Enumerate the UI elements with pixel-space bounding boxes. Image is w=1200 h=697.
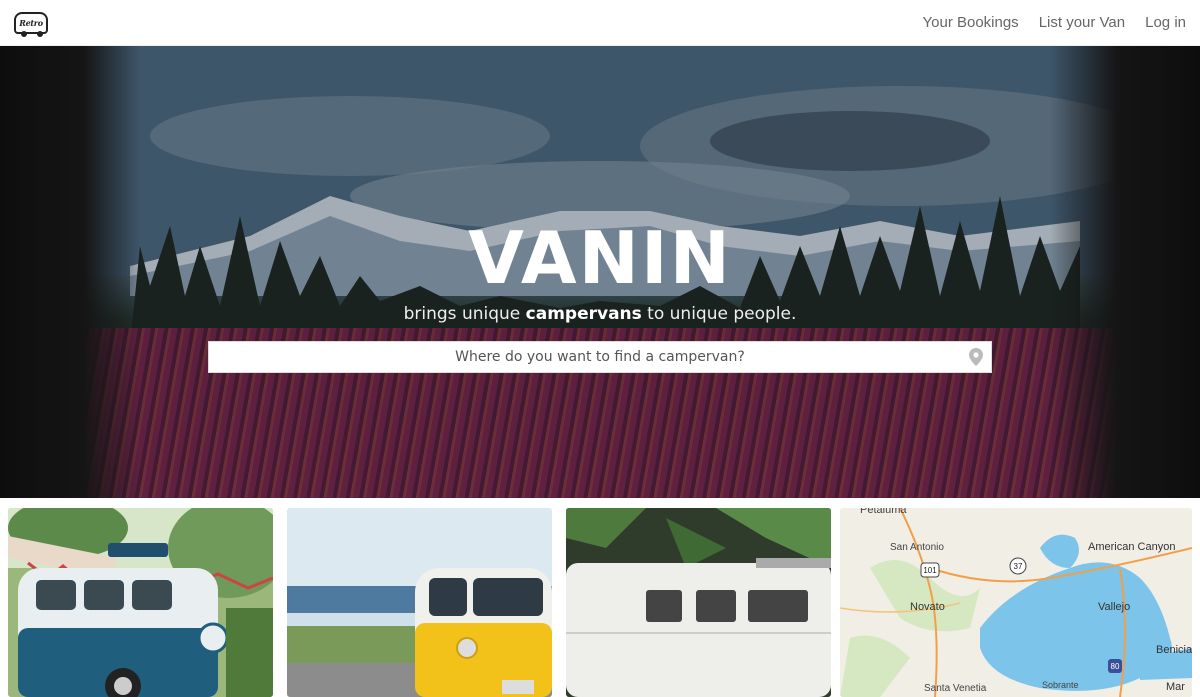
van-card-white[interactable] [566, 508, 831, 697]
svg-text:80: 80 [1111, 662, 1120, 671]
map-label-novato: Novato [910, 601, 945, 613]
van-image [287, 508, 552, 697]
hero-subtitle-pre: brings unique [403, 304, 526, 324]
van-card-blue[interactable] [8, 508, 273, 697]
location-search-input[interactable] [209, 342, 961, 372]
nav-links: Your Bookings List your Van Log in [923, 14, 1187, 31]
van-image [8, 508, 273, 697]
map-label-vallejo: Vallejo [1098, 601, 1130, 613]
map-label-benicia: Benicia [1156, 644, 1192, 656]
listing-cards: 101 37 80 Petaluma San Antonio American … [0, 498, 1200, 697]
highway-shield-80: 80 [1108, 659, 1122, 673]
location-search-bar [208, 341, 992, 373]
logo-text: Retro [19, 17, 43, 28]
map-pin-icon[interactable] [961, 341, 991, 373]
van-image [566, 508, 831, 697]
map-label-american-canyon: American Canyon [1088, 541, 1175, 553]
map-label-petaluma: Petaluma [860, 508, 907, 516]
hero-section: VANIN brings unique campervans to unique… [0, 46, 1200, 498]
van-card-yellow[interactable] [287, 508, 552, 697]
map-label-sobrante: Sobrante [1042, 680, 1079, 690]
map-label-mar: Mar [1166, 681, 1185, 693]
map-label-santa-venetia: Santa Venetia [924, 683, 987, 694]
highway-shield-37: 37 [1009, 557, 1027, 575]
highway-shield-101: 101 [920, 562, 940, 578]
hero-subtitle-post: to unique people. [641, 304, 797, 324]
logo[interactable]: Retro [14, 11, 48, 37]
nav-link-log-in[interactable]: Log in [1145, 14, 1186, 31]
map-view: 101 37 80 Petaluma San Antonio American … [840, 508, 1192, 697]
nav-link-list-your-van[interactable]: List your Van [1039, 14, 1125, 31]
svg-text:101: 101 [923, 566, 937, 575]
map-card[interactable]: 101 37 80 Petaluma San Antonio American … [840, 508, 1192, 697]
svg-text:37: 37 [1014, 562, 1023, 571]
map-label-san-antonio: San Antonio [890, 542, 944, 553]
hero-title: VANIN [468, 216, 732, 300]
hero-subtitle-bold: campervans [525, 304, 642, 324]
nav-link-your-bookings[interactable]: Your Bookings [923, 14, 1019, 31]
navbar: Retro Your Bookings List your Van Log in [0, 0, 1200, 46]
hero-subtitle: brings unique campervans to unique peopl… [0, 304, 1200, 324]
